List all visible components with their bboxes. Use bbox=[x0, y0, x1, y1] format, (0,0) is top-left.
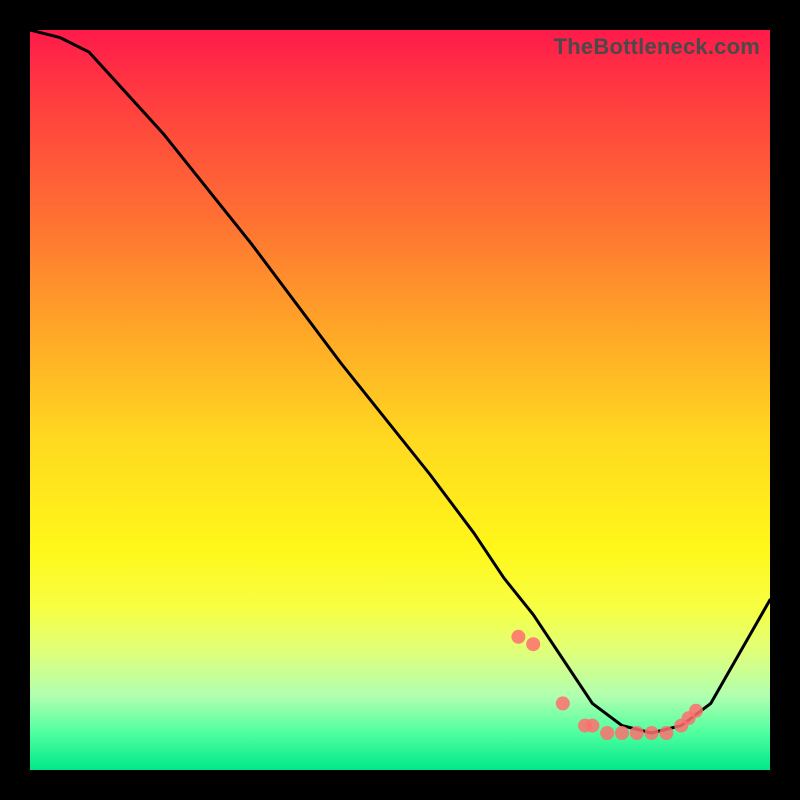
marker-point bbox=[526, 637, 540, 651]
marker-point bbox=[600, 726, 614, 740]
marker-group bbox=[511, 630, 703, 740]
chart-svg bbox=[30, 30, 770, 770]
marker-point bbox=[659, 726, 673, 740]
bottleneck-curve-path bbox=[30, 30, 770, 733]
marker-point bbox=[556, 696, 570, 710]
marker-point bbox=[615, 726, 629, 740]
chart-container: TheBottleneck.com bbox=[0, 0, 800, 800]
marker-point bbox=[645, 726, 659, 740]
plot-area: TheBottleneck.com bbox=[30, 30, 770, 770]
marker-point bbox=[585, 719, 599, 733]
marker-point bbox=[511, 630, 525, 644]
marker-point bbox=[630, 726, 644, 740]
marker-point bbox=[689, 704, 703, 718]
